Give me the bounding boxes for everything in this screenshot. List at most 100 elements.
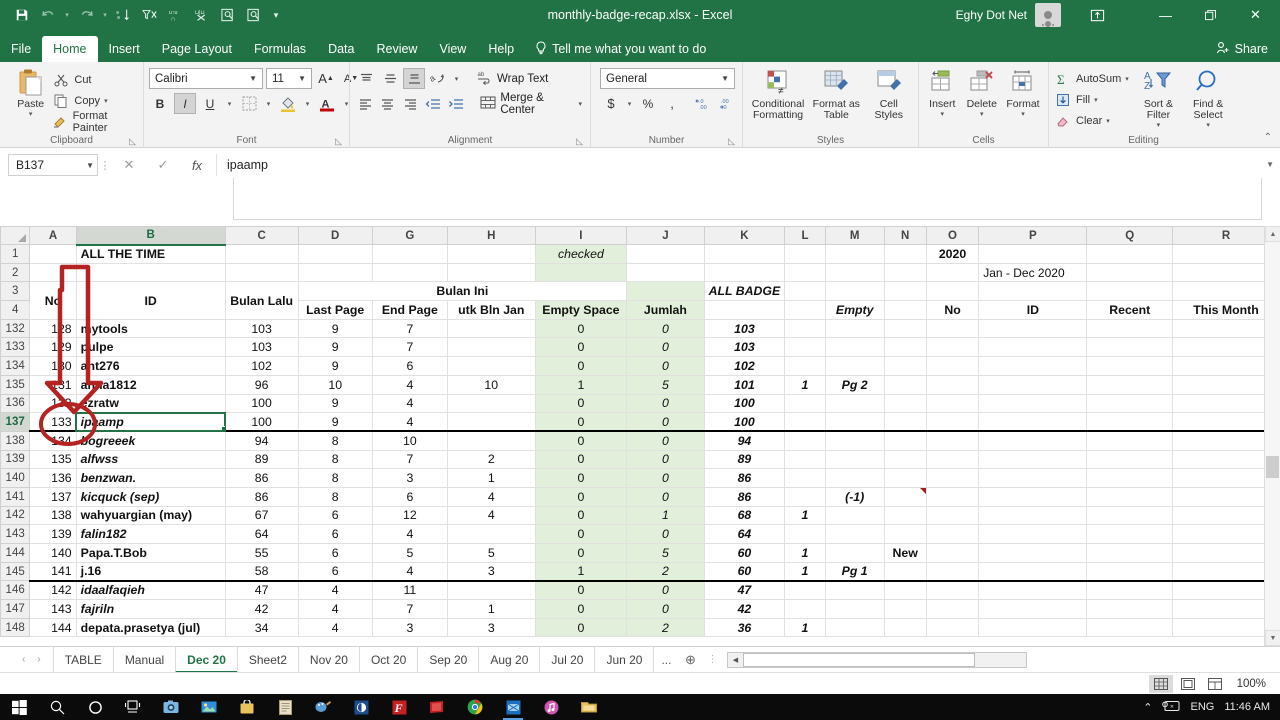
autosum-button[interactable]: Σ AutoSum ▾ bbox=[1054, 68, 1134, 89]
format-as-table-button[interactable]: Format as Table bbox=[810, 65, 862, 121]
vertical-scroll-thumb[interactable] bbox=[1266, 456, 1279, 478]
tab-formulas[interactable]: Formulas bbox=[243, 36, 317, 62]
keyboard-icon[interactable]: × bbox=[1162, 700, 1180, 715]
cell-all_badge-134[interactable]: 102 bbox=[703, 356, 786, 376]
align-center-icon[interactable] bbox=[378, 93, 399, 114]
sort-custom-icon[interactable]: u↑u ∩ bbox=[164, 4, 188, 26]
cell-O1[interactable]: 2020 bbox=[925, 244, 980, 264]
save-icon[interactable] bbox=[10, 4, 34, 26]
cell-end_page-134[interactable]: 6 bbox=[371, 356, 448, 376]
cell-o-140[interactable] bbox=[925, 468, 980, 488]
font-color-icon[interactable]: A bbox=[316, 93, 338, 114]
cell-id-139[interactable]: alfwss bbox=[75, 449, 226, 470]
cell-id-140[interactable]: benzwan. bbox=[75, 468, 226, 488]
cell-bulan_lalu-148[interactable]: 34 bbox=[224, 617, 299, 638]
sheet-tab-dec-20[interactable]: Dec 20 bbox=[175, 646, 238, 673]
cell-l-144[interactable]: 1 bbox=[784, 543, 826, 563]
cut-button[interactable]: Cut bbox=[52, 69, 138, 90]
row-header-144[interactable]: 144 bbox=[0, 543, 31, 563]
cell-L2[interactable] bbox=[784, 262, 826, 283]
cell-m-133[interactable] bbox=[824, 337, 885, 358]
col-header-P[interactable]: P bbox=[978, 226, 1088, 245]
confirm-edit-icon[interactable]: ✓ bbox=[146, 154, 180, 176]
cell-O2[interactable] bbox=[925, 262, 980, 283]
cell-q-134[interactable] bbox=[1086, 356, 1174, 376]
cell-empty_space-146[interactable]: 0 bbox=[534, 580, 628, 601]
cell-n-137[interactable] bbox=[883, 412, 927, 433]
cell-L4[interactable] bbox=[784, 300, 826, 320]
close-button[interactable]: ✕ bbox=[1233, 0, 1278, 30]
cell-all_badge-139[interactable]: 89 bbox=[703, 449, 786, 470]
cell-o-143[interactable] bbox=[925, 524, 980, 544]
cell-empty_space-143[interactable]: 0 bbox=[534, 524, 628, 544]
cell-end_page-148[interactable]: 3 bbox=[371, 617, 448, 638]
cell-p-147[interactable] bbox=[978, 599, 1088, 619]
orientation-icon[interactable]: a bbox=[427, 68, 449, 89]
cell-id-145[interactable]: j.16 bbox=[75, 561, 226, 582]
cell-empty_space-142[interactable]: 0 bbox=[534, 505, 628, 526]
cell-N1[interactable] bbox=[883, 244, 927, 264]
cell-last_page-145[interactable]: 6 bbox=[297, 561, 373, 582]
align-bottom-icon[interactable] bbox=[403, 68, 425, 89]
row-header-146[interactable]: 146 bbox=[0, 580, 31, 601]
cell-end_page-139[interactable]: 7 bbox=[371, 449, 448, 470]
cell-o-148[interactable] bbox=[925, 617, 980, 638]
row-header-135[interactable]: 135 bbox=[0, 374, 31, 395]
cell-end_page-145[interactable]: 4 bbox=[371, 561, 448, 582]
clear-dropdown-icon[interactable]: ▾ bbox=[1106, 117, 1110, 125]
cell-p-137[interactable] bbox=[978, 412, 1088, 433]
cell-id-146[interactable]: idaalfaqieh bbox=[75, 580, 226, 601]
cell-n-141[interactable] bbox=[883, 486, 927, 507]
cell-bulan_lalu-146[interactable]: 47 bbox=[224, 580, 299, 601]
cell-empty_space-136[interactable]: 0 bbox=[534, 393, 628, 414]
cell-utk_bln_jan-142[interactable]: 4 bbox=[446, 505, 536, 526]
cell-o-144[interactable] bbox=[925, 543, 980, 563]
cell-m-138[interactable] bbox=[824, 430, 885, 451]
cell-bulan_lalu-142[interactable]: 67 bbox=[224, 505, 299, 526]
cell-last_page-138[interactable]: 8 bbox=[297, 430, 373, 451]
cell-bulan_lalu-132[interactable]: 103 bbox=[224, 318, 299, 339]
cell-utk_bln_jan-141[interactable]: 4 bbox=[446, 486, 536, 507]
cell-bulan_lalu-140[interactable]: 86 bbox=[224, 468, 299, 488]
cell-q-136[interactable] bbox=[1086, 393, 1174, 414]
redo-dropdown-icon[interactable]: ▾ bbox=[100, 4, 110, 26]
cell-m-146[interactable] bbox=[824, 580, 885, 601]
cell-D1[interactable] bbox=[297, 244, 373, 264]
cell-last_page-140[interactable]: 8 bbox=[297, 468, 373, 488]
cell-o-132[interactable] bbox=[925, 318, 980, 339]
clock[interactable]: 11:46 AM bbox=[1224, 701, 1270, 713]
cell-bulan_lalu-138[interactable]: 94 bbox=[224, 430, 299, 451]
cell-styles-button[interactable]: Cell Styles bbox=[865, 65, 914, 121]
cell-I4-EmptySpace[interactable]: Empty Space bbox=[534, 300, 628, 320]
cell-J1[interactable] bbox=[626, 244, 705, 264]
col-header-O[interactable]: O bbox=[925, 226, 980, 245]
cell-G2[interactable] bbox=[371, 262, 448, 283]
cell-end_page-133[interactable]: 7 bbox=[371, 337, 448, 358]
cell-l-147[interactable] bbox=[784, 599, 826, 619]
share-button[interactable]: Share bbox=[1216, 36, 1268, 62]
cell-o-142[interactable] bbox=[925, 505, 980, 526]
cell-no-137[interactable]: 133 bbox=[29, 412, 77, 433]
avatar[interactable] bbox=[1035, 3, 1061, 27]
cell-l-143[interactable] bbox=[784, 524, 826, 544]
tab-insert[interactable]: Insert bbox=[98, 36, 151, 62]
store-icon[interactable] bbox=[228, 694, 266, 720]
redo-icon[interactable] bbox=[74, 4, 98, 26]
cell-m-142[interactable] bbox=[824, 505, 885, 526]
cell-id-141[interactable]: kicquck (sep) bbox=[75, 486, 226, 507]
cell-jumlah-136[interactable]: 0 bbox=[626, 393, 705, 414]
cell-n-146[interactable] bbox=[883, 580, 927, 601]
cell-m-135[interactable]: Pg 2 bbox=[824, 374, 885, 395]
cell-q-146[interactable] bbox=[1086, 580, 1174, 601]
camera-icon[interactable] bbox=[152, 694, 190, 720]
notepad-icon[interactable] bbox=[266, 694, 304, 720]
cell-all_badge-135[interactable]: 101 bbox=[703, 374, 786, 395]
sheet-tab-aug-20[interactable]: Aug 20 bbox=[478, 646, 541, 673]
cell-empty_space-138[interactable]: 0 bbox=[534, 430, 628, 451]
cell-all_badge-133[interactable]: 103 bbox=[703, 337, 786, 358]
scroll-up-arrow-icon[interactable]: ▲ bbox=[1265, 226, 1280, 242]
cell-all_badge-148[interactable]: 36 bbox=[703, 617, 786, 638]
orientation-dropdown-icon[interactable]: ▾ bbox=[451, 68, 462, 89]
row-header-133[interactable]: 133 bbox=[0, 337, 31, 358]
cell-end_page-142[interactable]: 12 bbox=[371, 505, 448, 526]
